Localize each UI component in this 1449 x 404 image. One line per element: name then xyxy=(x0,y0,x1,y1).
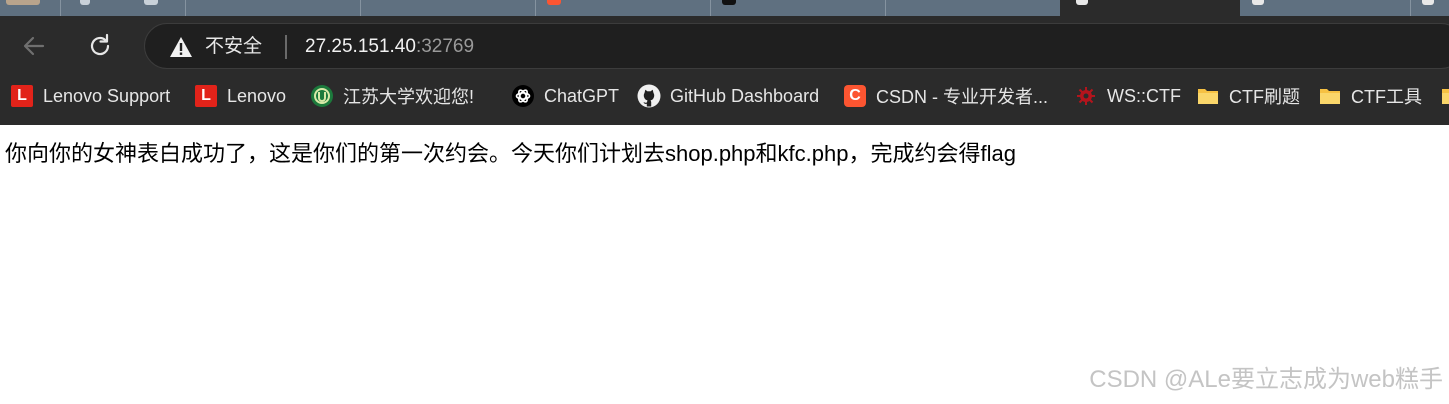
folder-icon xyxy=(1318,84,1342,108)
folder-icon xyxy=(1440,84,1449,108)
tab-2[interactable] xyxy=(185,0,361,16)
lenovo-icon: L xyxy=(10,84,34,108)
tab-favicon-icon xyxy=(144,0,158,5)
tab-active[interactable] xyxy=(1060,0,1240,16)
tab-1[interactable] xyxy=(60,0,186,16)
bookmark-university[interactable]: 江苏大学欢迎您! xyxy=(310,84,474,108)
page-content: 你向你的女神表白成功了，这是你们的第一次约会。今天你们计划去shop.php和k… xyxy=(0,125,1449,404)
bookmark-lenovo[interactable]: L Lenovo xyxy=(194,84,286,108)
ws-ctf-icon xyxy=(1074,84,1098,108)
divider xyxy=(285,35,287,59)
url-text[interactable]: 27.25.151.40:32769 xyxy=(305,35,474,59)
browser-toolbar: 不安全 27.25.151.40:32769 xyxy=(0,16,1449,76)
bookmark-label: 江苏大学欢迎您! xyxy=(343,87,475,107)
tab-favicon-icon xyxy=(80,0,90,5)
bookmark-chatgpt[interactable]: ChatGPT xyxy=(511,84,619,108)
bookmark-folder-ctf-tools[interactable]: CTF工具 xyxy=(1318,84,1422,108)
bookmark-label: CTF刷题 xyxy=(1229,87,1300,107)
reload-button[interactable] xyxy=(84,30,116,62)
folder-icon xyxy=(1196,84,1220,108)
csdn-icon: C xyxy=(843,84,867,108)
tab-3[interactable] xyxy=(360,0,536,16)
tab-5[interactable] xyxy=(710,0,886,16)
warning-icon[interactable] xyxy=(169,36,193,58)
bookmark-ws-ctf[interactable]: WS::CTF xyxy=(1074,84,1181,108)
bookmark-label: ChatGPT xyxy=(544,85,620,106)
bookmark-lenovo-support[interactable]: L Lenovo Support xyxy=(10,84,170,108)
tab-profile[interactable] xyxy=(0,0,61,16)
reload-icon xyxy=(90,33,110,56)
url-host: 27.25.151.40 xyxy=(305,36,416,57)
avatar[interactable] xyxy=(6,0,40,5)
tab-6[interactable] xyxy=(885,0,1061,16)
bookmark-github[interactable]: GitHub Dashboard xyxy=(637,84,819,108)
back-button[interactable] xyxy=(18,30,50,62)
bookmark-label: GitHub Dashboard xyxy=(670,85,820,106)
tab-4[interactable] xyxy=(535,0,711,16)
page-icon xyxy=(1076,0,1088,5)
security-status-label[interactable]: 不安全 xyxy=(205,35,262,59)
bookmark-label: Lenovo Support xyxy=(43,85,171,106)
github-icon xyxy=(637,84,661,108)
page-icon xyxy=(1252,0,1264,5)
page-icon xyxy=(1422,0,1434,5)
bookmark-label: CSDN - 专业开发者... xyxy=(876,87,1049,107)
bookmarks-bar: L Lenovo Support L Lenovo 江苏大学欢迎您! ChatG… xyxy=(0,76,1449,125)
csdn-icon xyxy=(547,0,561,5)
address-bar[interactable]: 不安全 27.25.151.40:32769 xyxy=(144,23,1449,69)
university-icon xyxy=(310,84,334,108)
tab-strip xyxy=(0,0,1449,16)
arrow-left-icon xyxy=(23,36,45,56)
bookmark-label: WS::CTF xyxy=(1107,85,1181,106)
chatgpt-icon xyxy=(511,84,535,108)
url-port: :32769 xyxy=(415,36,475,57)
bookmark-folder-ctf-practice[interactable]: CTF刷题 xyxy=(1196,84,1300,108)
chatgpt-icon xyxy=(722,0,736,5)
bookmark-csdn[interactable]: C CSDN - 专业开发者... xyxy=(843,84,1048,108)
tab-8[interactable] xyxy=(1240,0,1411,16)
tab-9[interactable] xyxy=(1410,0,1449,16)
bookmark-label: Lenovo xyxy=(227,85,287,106)
lenovo-icon: L xyxy=(194,84,218,108)
page-message: 你向你的女神表白成功了，这是你们的第一次约会。今天你们计划去shop.php和k… xyxy=(5,141,1016,166)
bookmark-folder-overflow[interactable] xyxy=(1440,84,1449,108)
bookmark-label: CTF工具 xyxy=(1351,87,1422,107)
watermark: CSDN @ALe要立志成为web糕手 xyxy=(1089,366,1443,393)
